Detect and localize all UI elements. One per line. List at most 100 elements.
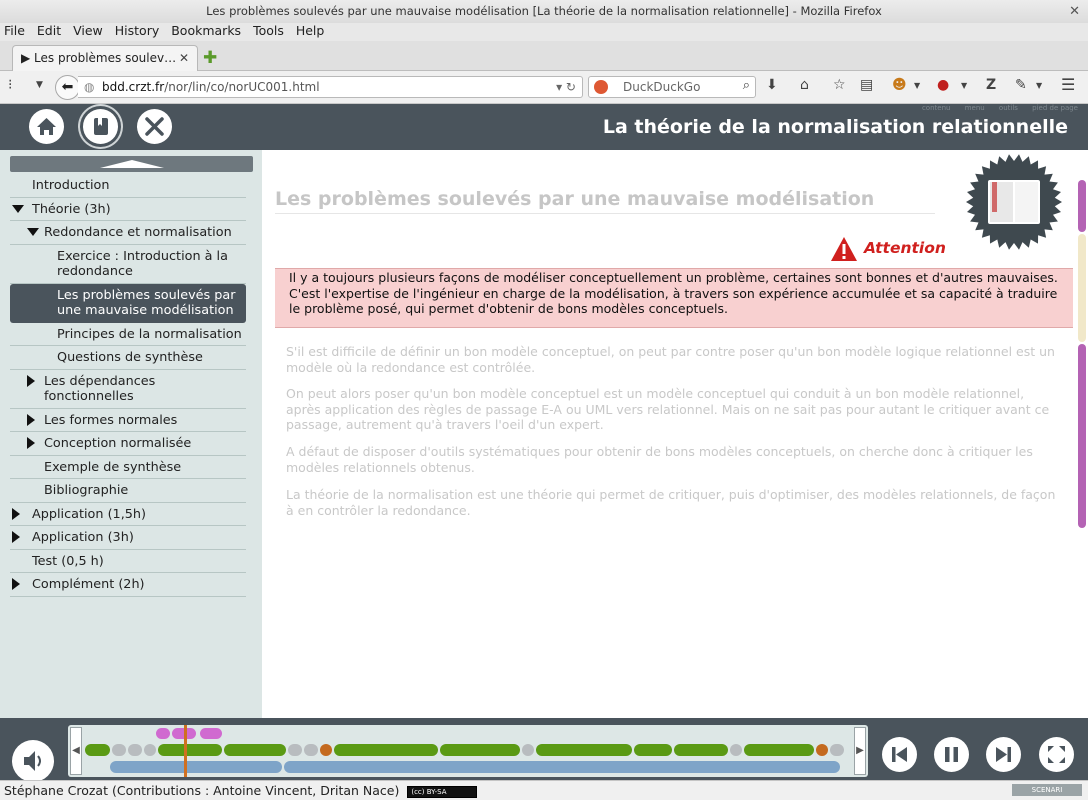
- menu-tools[interactable]: Tools: [253, 23, 284, 38]
- bookmarks-menu-icon[interactable]: ▤: [860, 77, 873, 93]
- search-icon[interactable]: ⌕: [743, 76, 750, 96]
- timeline-block[interactable]: [288, 744, 302, 756]
- extension-face-icon[interactable]: ☻: [892, 77, 907, 93]
- outline-item[interactable]: Conception normalisée: [10, 432, 246, 456]
- back-button[interactable]: ⬅: [55, 75, 80, 100]
- search-bar[interactable]: DuckDuckGo ⌕: [588, 76, 756, 98]
- identity-icon[interactable]: ⁝: [8, 77, 12, 93]
- outline-item[interactable]: Théorie (3h): [10, 198, 246, 221]
- window-close-icon[interactable]: ✕: [1069, 0, 1080, 23]
- collapsed-arrow-icon[interactable]: [12, 531, 20, 543]
- outline-item[interactable]: Exemple de synthèse: [10, 456, 246, 479]
- outline-item[interactable]: Principes de la normalisation: [10, 323, 246, 346]
- collapsed-arrow-icon[interactable]: [27, 413, 35, 426]
- menu-file[interactable]: File: [4, 23, 25, 38]
- expanded-arrow-icon[interactable]: [12, 204, 24, 213]
- collapsed-arrow-icon[interactable]: [12, 578, 20, 590]
- outline-item[interactable]: Application (3h): [10, 526, 246, 550]
- timeline-block[interactable]: [744, 744, 814, 756]
- timeline-block[interactable]: [110, 761, 282, 773]
- home-button[interactable]: [29, 109, 64, 144]
- outline-item[interactable]: Les formes normales: [10, 409, 246, 432]
- license-badge[interactable]: (cc) BY-SA: [407, 785, 478, 798]
- menu-edit[interactable]: Edit: [37, 23, 61, 38]
- outline-item[interactable]: Complément (2h): [10, 573, 246, 597]
- timeline-block[interactable]: [224, 744, 286, 756]
- collapsed-arrow-icon[interactable]: [27, 374, 35, 387]
- extension-dropdown-icon[interactable]: ▼: [914, 81, 920, 90]
- outline-item[interactable]: Exercice : Introduction à la redondance: [10, 245, 246, 284]
- timeline-block[interactable]: [522, 744, 534, 756]
- outline-item[interactable]: Application (1,5h): [10, 503, 246, 526]
- url-bar[interactable]: ◍ bdd.crzt.fr/nor/lin/co/norUC001.html ▾…: [78, 76, 583, 98]
- timeline-block[interactable]: [128, 744, 142, 756]
- scenari-badge[interactable]: SCENARI: [1012, 784, 1082, 796]
- adblock-icon[interactable]: ●: [937, 77, 949, 93]
- content-scrollbar[interactable]: [1076, 150, 1088, 718]
- outline-item[interactable]: Les dépendances fonctionnelles: [10, 370, 246, 409]
- scroll-segment-current[interactable]: [1078, 234, 1086, 342]
- link-outils[interactable]: outils: [999, 104, 1018, 112]
- timeline-block[interactable]: [830, 744, 844, 756]
- outline-item[interactable]: Introduction: [10, 174, 246, 198]
- tab-current[interactable]: ▶ Les problèmes soulev… ✕: [12, 45, 198, 71]
- menu-help[interactable]: Help: [296, 23, 325, 38]
- timeline-scroll-right[interactable]: ▶: [854, 727, 866, 775]
- timeline-block[interactable]: [536, 744, 632, 756]
- reload-icon[interactable]: ▾ ↻: [556, 77, 576, 97]
- timeline-block[interactable]: [156, 728, 170, 739]
- link-menu[interactable]: menu: [965, 104, 985, 112]
- timeline-block[interactable]: [200, 728, 222, 739]
- history-dropdown-icon[interactable]: ▼: [36, 80, 43, 90]
- collapsed-arrow-icon[interactable]: [27, 437, 35, 449]
- menu-history[interactable]: History: [115, 23, 159, 38]
- bookmark-star-icon[interactable]: ☆: [833, 77, 846, 93]
- tools-dropdown-icon[interactable]: ▼: [1036, 81, 1042, 90]
- menu-bookmarks[interactable]: Bookmarks: [171, 23, 241, 38]
- sound-button[interactable]: [12, 740, 54, 782]
- link-contenu[interactable]: contenu: [922, 104, 951, 112]
- next-button[interactable]: [986, 737, 1021, 772]
- scroll-segment[interactable]: [1078, 180, 1086, 232]
- timeline-block[interactable]: [320, 744, 332, 756]
- timeline-block[interactable]: [634, 744, 672, 756]
- zotero-icon[interactable]: Z: [986, 77, 996, 93]
- outline-item[interactable]: Bibliographie: [10, 479, 246, 503]
- timeline-block[interactable]: [334, 744, 438, 756]
- link-pied-de-page[interactable]: pied de page: [1032, 104, 1078, 112]
- timeline-block[interactable]: [674, 744, 728, 756]
- new-tab-icon[interactable]: ✚: [203, 48, 217, 68]
- timeline-block[interactable]: [440, 744, 520, 756]
- outline-item[interactable]: Questions de synthèse: [10, 346, 246, 370]
- timeline-block[interactable]: [85, 744, 110, 756]
- tools-button[interactable]: [137, 109, 172, 144]
- outline-item[interactable]: Redondance et normalisation: [10, 221, 246, 245]
- pause-button[interactable]: [934, 737, 969, 772]
- timeline-block[interactable]: [304, 744, 318, 756]
- adblock-dropdown-icon[interactable]: ▼: [961, 81, 967, 90]
- timeline-block[interactable]: [730, 744, 742, 756]
- nav-scroll-up-button[interactable]: [10, 156, 253, 172]
- scroll-segment[interactable]: [1078, 344, 1086, 528]
- expanded-arrow-icon[interactable]: [27, 228, 39, 236]
- previous-button[interactable]: [882, 737, 917, 772]
- hamburger-menu-icon[interactable]: ☰: [1061, 75, 1075, 94]
- outline-item[interactable]: Test (0,5 h): [10, 550, 246, 573]
- book-button[interactable]: [83, 109, 118, 144]
- menu-view[interactable]: View: [73, 23, 103, 38]
- timeline-block[interactable]: [158, 744, 222, 756]
- timeline-block[interactable]: [816, 744, 828, 756]
- collapsed-arrow-icon[interactable]: [12, 507, 20, 520]
- outline-item[interactable]: Les problèmes soulevés par une mauvaise …: [10, 283, 246, 323]
- timeline-cursor[interactable]: [184, 725, 187, 777]
- timeline-block[interactable]: [112, 744, 126, 756]
- download-icon[interactable]: ⬇: [766, 77, 778, 93]
- timeline-track[interactable]: ◀ ▶: [68, 725, 868, 777]
- timeline-graph[interactable]: [68, 725, 868, 777]
- extension-tools-icon[interactable]: ✎: [1015, 77, 1027, 93]
- timeline-block[interactable]: [144, 744, 156, 756]
- home-toolbar-icon[interactable]: ⌂: [800, 77, 809, 93]
- fullscreen-button[interactable]: [1039, 737, 1074, 772]
- tab-close-icon[interactable]: ✕: [179, 46, 189, 70]
- timeline-block[interactable]: [284, 761, 840, 773]
